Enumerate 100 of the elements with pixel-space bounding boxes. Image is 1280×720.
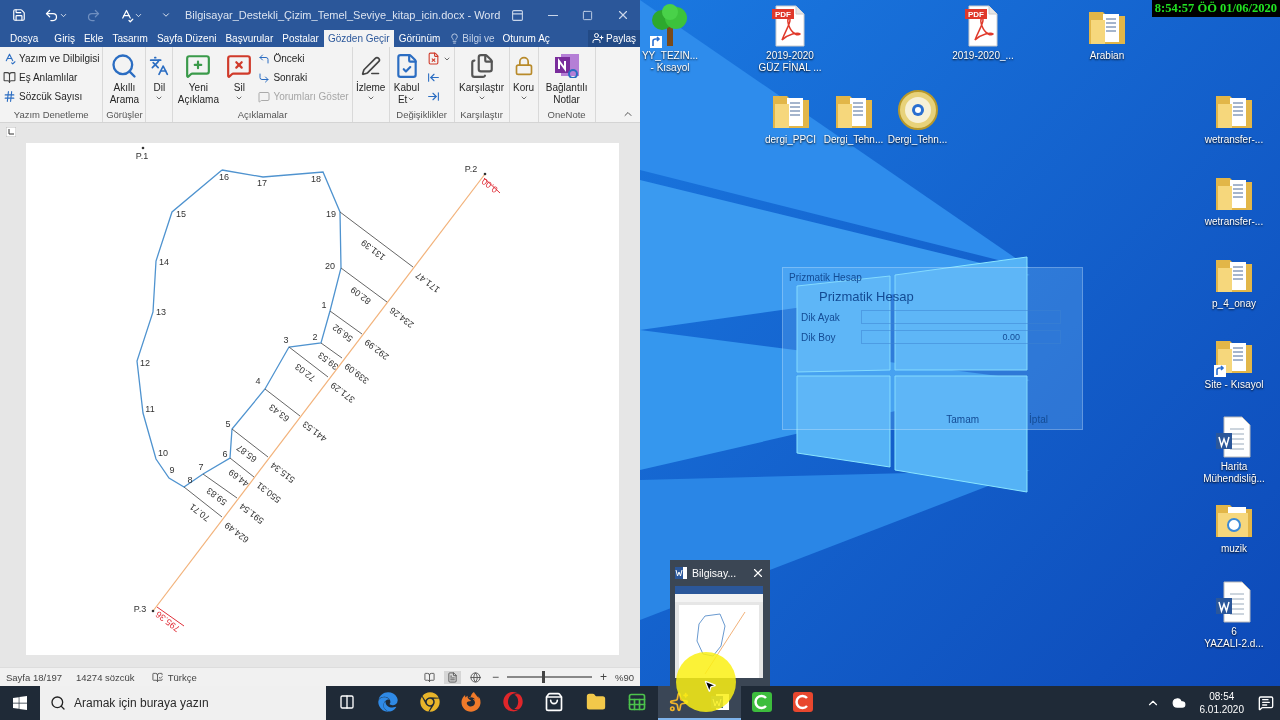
word-count-button[interactable]: Sözcük Sayısı bbox=[1, 87, 102, 106]
linked-notes-button[interactable]: Bağlantılı Notlar bbox=[539, 49, 594, 106]
preview-title: Bilgisay... bbox=[692, 567, 738, 579]
document-icon bbox=[675, 567, 687, 579]
tab-stop-icon[interactable] bbox=[6, 126, 16, 137]
desktop-shortcut[interactable]: PDF 2019-2020 GÜZ FİNAL ... bbox=[752, 4, 828, 74]
station-label: P.3 bbox=[133, 604, 147, 615]
browser-icon bbox=[502, 692, 523, 712]
proofing-icon bbox=[151, 671, 163, 683]
group-label: Açıklamalar bbox=[237, 109, 288, 123]
previous-comment-button[interactable]: Önceki bbox=[256, 49, 351, 68]
input-field[interactable] bbox=[861, 310, 1061, 324]
search-icon bbox=[110, 51, 139, 80]
smart-lookup-button[interactable]: Akıllı Arama bbox=[104, 49, 145, 106]
tell-me-field[interactable]: Bilgi ve bbox=[445, 30, 499, 47]
desktop-shortcut[interactable]: Harita Mühendisliğ... bbox=[1196, 415, 1272, 485]
language-button[interactable]: Dil bbox=[147, 49, 172, 102]
desktop-shortcut[interactable]: Site - Kısayol bbox=[1196, 333, 1272, 391]
spreadsheet-icon bbox=[627, 692, 648, 712]
taskbar-clock[interactable]: 08:54 6.01.2020 bbox=[1191, 690, 1252, 716]
tracking-button[interactable]: İzleme bbox=[353, 49, 388, 102]
group-label: Karşılaştır bbox=[460, 109, 503, 123]
zoom-level[interactable]: %90 bbox=[615, 671, 634, 683]
delete-comment-button[interactable]: Sil bbox=[224, 49, 255, 102]
book-icon bbox=[423, 671, 435, 683]
desktop-shortcut[interactable]: p_4_onay bbox=[1196, 252, 1272, 310]
thesaurus-button[interactable]: Eş Anlamlılar bbox=[1, 68, 102, 87]
vertex-label: 15 bbox=[176, 209, 186, 220]
redo-icon bbox=[86, 7, 101, 23]
share-button[interactable]: Paylaş bbox=[588, 30, 640, 47]
globe-icon bbox=[469, 671, 481, 683]
slider-thumb[interactable] bbox=[541, 671, 545, 684]
group-label: OneNote bbox=[547, 109, 586, 123]
desktop-shortcut[interactable]: 6 YAZALI-2.d... bbox=[1196, 580, 1272, 650]
language-indicator[interactable]: Türkçe bbox=[167, 671, 197, 683]
input-field[interactable]: 0.00 bbox=[861, 330, 1061, 344]
ribbon-tab[interactable]: Sayfa Düzeni bbox=[152, 30, 221, 47]
new-comment-button[interactable]: Yeni Açıklama bbox=[174, 49, 223, 106]
recording-clock: 8:54:57 ÖÖ 01/06/2020 bbox=[1151, 0, 1280, 17]
station-label: P.2 bbox=[464, 164, 478, 175]
ribbon-tab[interactable]: Görünüm bbox=[394, 30, 445, 47]
recorder-icon bbox=[751, 692, 772, 712]
print-layout-button[interactable] bbox=[443, 670, 461, 684]
recorder-icon bbox=[793, 692, 814, 712]
documents-icon bbox=[468, 52, 495, 79]
close-icon[interactable] bbox=[751, 566, 765, 580]
previous-icon bbox=[258, 52, 271, 65]
vertex-label: 1 bbox=[321, 300, 327, 311]
desktop-shortcut[interactable]: PDF 2019-2020_... bbox=[945, 4, 1021, 62]
point-marker bbox=[151, 609, 155, 613]
vertex-label: 17 bbox=[257, 178, 267, 189]
protect-button[interactable]: Koru bbox=[510, 49, 537, 102]
window-title: Bilgisayar_Destekli_Çizim_Temel_Seviye_kitap_icin.docx - Word bbox=[185, 9, 501, 21]
spell-check-icon bbox=[3, 52, 16, 66]
vertex-label: 20 bbox=[325, 261, 335, 272]
word-count[interactable]: 14274 sözcük bbox=[76, 671, 135, 683]
cursor-icon bbox=[703, 679, 717, 693]
desktop-shortcut[interactable]: muzik bbox=[1196, 497, 1272, 555]
dialog-button[interactable]: Tamam bbox=[946, 414, 980, 425]
desktop-shortcut[interactable]: wetransfer-... bbox=[1196, 88, 1272, 146]
delete-comment-icon bbox=[226, 52, 253, 79]
vertex-label: 19 bbox=[326, 209, 336, 220]
ribbon-tab[interactable]: Postalar bbox=[278, 30, 323, 47]
end-chainage-label: 0.00 bbox=[479, 176, 501, 195]
point-marker bbox=[141, 146, 145, 150]
minimize-icon bbox=[547, 14, 558, 16]
zoom-in-button[interactable]: + bbox=[597, 670, 609, 685]
caret-icon bbox=[161, 10, 171, 20]
compare-button[interactable]: Karşılaştır bbox=[455, 49, 508, 102]
ribbon-tab[interactable]: Gözden Geçir bbox=[323, 30, 394, 47]
page-icon bbox=[446, 671, 458, 683]
ribbon-tab[interactable]: Tasarım bbox=[108, 30, 152, 47]
ribbon-tab[interactable]: Ekle bbox=[79, 30, 108, 47]
accept-button[interactable]: Kabul Et bbox=[390, 49, 423, 106]
desktop-shortcut[interactable]: wetransfer-... bbox=[1196, 170, 1272, 228]
search-field[interactable]: Aramak için buraya yazın bbox=[40, 686, 326, 720]
ribbon-tab[interactable]: Dosya bbox=[6, 30, 43, 47]
ribbon-tab[interactable]: Giriş bbox=[50, 30, 79, 47]
next-icon bbox=[426, 90, 440, 104]
zoom-out-button[interactable]: − bbox=[489, 670, 501, 685]
ribbon-tab[interactable]: Başvurular bbox=[221, 30, 278, 47]
desktop-shortcut[interactable]: Dergi_Tehn... bbox=[886, 88, 949, 146]
browser-icon bbox=[461, 692, 482, 712]
cloud-icon bbox=[1171, 696, 1186, 710]
lock-icon bbox=[513, 55, 534, 76]
spelling-button[interactable]: Yazım ve Dilbilgisi bbox=[1, 49, 102, 68]
next-comment-button[interactable]: Sonraki bbox=[256, 68, 351, 87]
desktop-shortcut[interactable]: Dergi_Tehn... bbox=[822, 88, 885, 146]
sign-in-link[interactable]: Oturum Aç bbox=[498, 30, 554, 47]
field-label: Dik Ayak bbox=[801, 311, 841, 323]
vertex-label: 2 bbox=[312, 332, 318, 343]
desktop-shortcut[interactable]: Arabian bbox=[1069, 4, 1145, 62]
vertex-label: 5 bbox=[225, 419, 231, 430]
browser-icon bbox=[419, 692, 440, 712]
notebook-icon bbox=[554, 53, 579, 78]
windows-icon bbox=[12, 695, 28, 711]
undo-icon bbox=[44, 7, 59, 23]
reject-icon bbox=[426, 52, 440, 66]
page-count[interactable]: Sayfa 18/197 bbox=[6, 671, 62, 683]
group-label: Yazım Denetleme bbox=[13, 109, 89, 123]
